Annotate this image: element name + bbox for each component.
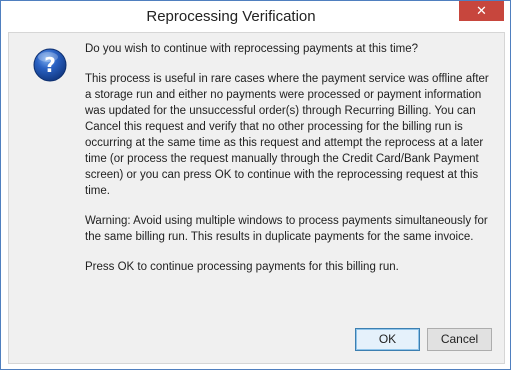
message-text: Do you wish to continue with reprocessin…	[85, 41, 493, 289]
close-button[interactable]: ✕	[459, 1, 504, 21]
ok-button[interactable]: OK	[355, 328, 420, 351]
cancel-button[interactable]: Cancel	[427, 328, 492, 351]
question-icon: ?	[33, 48, 67, 82]
dialog-title: Reprocessing Verification	[146, 8, 316, 25]
dialog-body: ? Do you wish to continue with reprocess…	[8, 32, 505, 364]
title-bar[interactable]: Reprocessing Verification ✕	[1, 1, 510, 32]
dialog-window: Reprocessing Verification ✕ ? Do you wis…	[0, 0, 511, 370]
explanation-text: This process is useful in rare cases whe…	[85, 73, 489, 197]
instruction-text: Press OK to continue processing payments…	[85, 261, 399, 273]
svg-text:?: ?	[44, 53, 56, 77]
warning-text: Warning: Avoid using multiple windows to…	[85, 215, 488, 243]
question-text: Do you wish to continue with reprocessin…	[85, 43, 419, 55]
